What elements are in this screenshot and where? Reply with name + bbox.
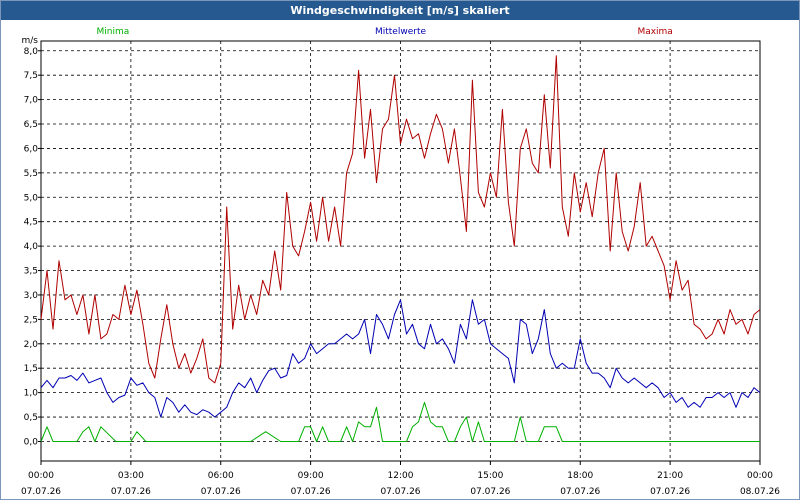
legend-item-maxima: Maxima [637, 27, 672, 37]
x-tick-time: 03:00 [118, 471, 144, 481]
series-line-maxima [40, 55, 761, 384]
y-tick-label: 6,5 [24, 120, 38, 130]
y-axis-unit: m/s [22, 36, 39, 46]
y-tick-label: 7,5 [24, 71, 38, 81]
y-tick-label: 4,5 [24, 218, 38, 228]
y-tick-label: 4,0 [24, 242, 39, 252]
x-tick-time: 15:00 [477, 471, 503, 481]
x-tick-date: 07.07.26 [291, 487, 331, 497]
x-tick-time: 09:00 [298, 471, 324, 481]
y-tick-label: 6,0 [24, 144, 39, 154]
x-tick-date: 07.07.26 [470, 487, 510, 497]
y-tick-label: 2,5 [24, 315, 38, 325]
x-tick-date: 07.07.26 [111, 487, 151, 497]
y-tick-label: 7,0 [24, 96, 39, 106]
y-tick-label: 0,0 [24, 437, 39, 447]
legend-item-minima: Minima [97, 27, 130, 37]
x-tick-time: 12:00 [388, 471, 414, 481]
x-tick-time: 21:00 [657, 471, 683, 481]
y-tick-label: 2,0 [24, 340, 39, 350]
chart-window: Windgeschwindigkeit [m/s] skaliert 0,0 0,… [0, 0, 800, 500]
x-tick-date: 07.07.26 [560, 487, 600, 497]
y-tick-label: 8,0 [24, 47, 39, 57]
chart-grid [41, 41, 760, 461]
x-tick-date: 07.07.26 [380, 487, 420, 497]
x-tick-date: 08.07.26 [740, 487, 780, 497]
x-tick-time: 06:00 [208, 471, 234, 481]
x-tick-time: 18:00 [567, 471, 593, 481]
x-tick-time: 00:00 [747, 471, 773, 481]
y-tick-label: 5,0 [24, 193, 39, 203]
y-tick-label: 1,5 [24, 364, 38, 374]
wind-speed-chart: 0,0 0,5 1,0 1,5 2,0 2,5 3,0 3,5 4,0 4,5 5,0 5,5 6,0 6… [21, 27, 780, 497]
y-tick-label: 1,0 [24, 389, 39, 399]
x-tick-date: 07.07.26 [201, 487, 241, 497]
y-tick-label: 3,5 [24, 267, 38, 277]
x-tick-time: 00:00 [28, 471, 54, 481]
x-tick-date: 07.07.26 [21, 487, 61, 497]
y-tick-label: 5,5 [24, 169, 38, 179]
chart-legend: Minima Mittelwerte Maxima [97, 27, 673, 37]
y-tick-label: 3,0 [24, 291, 39, 301]
y-tick-label: 0,5 [24, 413, 38, 423]
x-tick-date: 07.07.26 [650, 487, 690, 497]
legend-item-mittelwerte: Mittelwerte [375, 27, 426, 37]
